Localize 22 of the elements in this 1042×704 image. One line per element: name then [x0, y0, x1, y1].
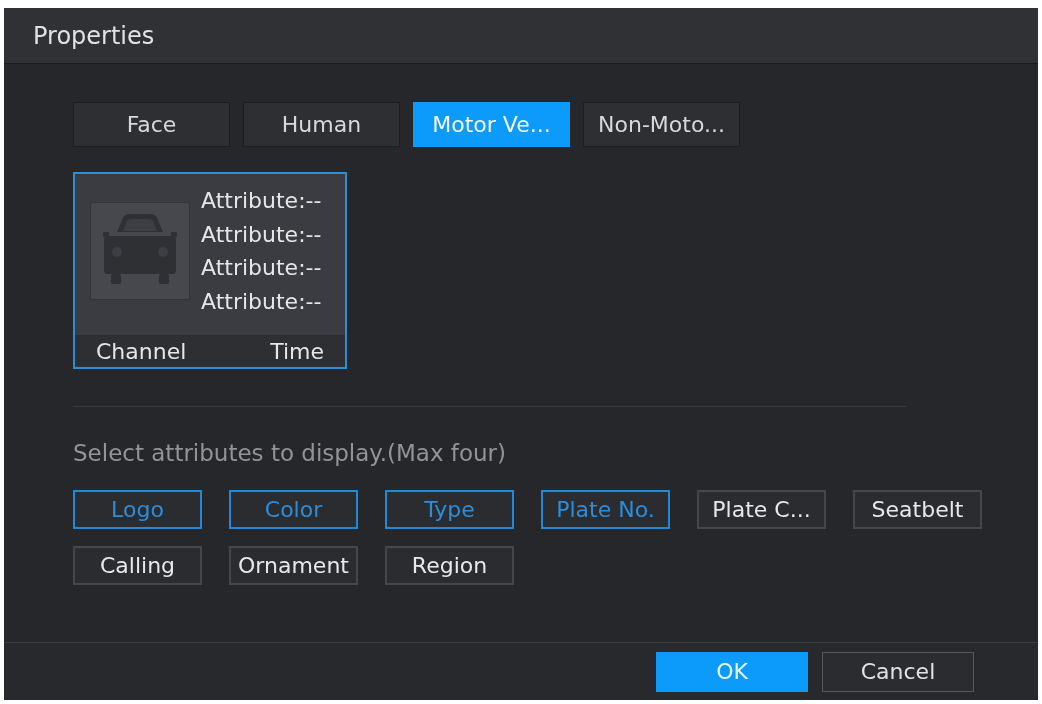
category-tab[interactable]: Non-Moto... [583, 102, 740, 147]
hint-text: Select attributes to display.(Max four) [73, 439, 506, 468]
cancel-button[interactable]: Cancel [822, 651, 974, 692]
attribute-toggle[interactable]: Plate No. [541, 490, 670, 529]
dialog-title: Properties [33, 21, 155, 50]
attribute-toggle[interactable]: Type [385, 490, 514, 529]
attribute-text: Attribute:-- [201, 220, 322, 249]
attribute-toggle[interactable]: Plate C... [697, 490, 826, 529]
category-tab[interactable]: Human [243, 102, 400, 147]
attribute-toggle[interactable]: Ornament [229, 546, 358, 585]
attribute-text: Attribute:-- [201, 287, 322, 316]
attribute-toggle[interactable]: Logo [73, 490, 202, 529]
channel-label: Channel [96, 338, 187, 364]
attribute-toggle[interactable]: Calling [73, 546, 202, 585]
car-icon [90, 202, 190, 300]
attribute-text: Attribute:-- [201, 187, 322, 215]
attribute-text: Attribute:-- [201, 254, 322, 282]
attribute-toggle[interactable]: Region [385, 546, 514, 585]
attribute-toggle[interactable]: Color [229, 490, 358, 529]
attribute-toggle[interactable]: Seatbelt [853, 490, 982, 529]
time-label: Time [270, 338, 324, 364]
category-tab[interactable]: Face [73, 102, 230, 147]
